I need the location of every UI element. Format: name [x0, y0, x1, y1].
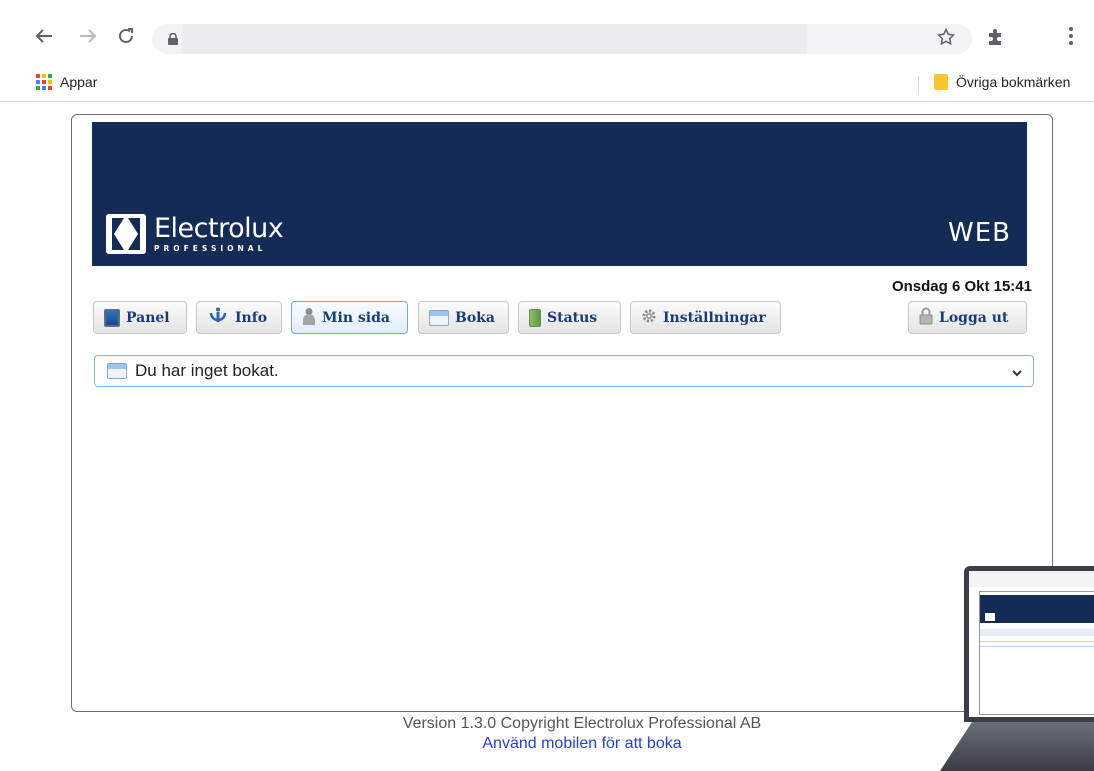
- info-icon: [207, 307, 229, 329]
- other-bookmarks[interactable]: Övriga bokmärken: [934, 74, 1070, 90]
- bookmarks-bar: Appar Övriga bokmärken: [0, 66, 1094, 102]
- nav-installningar-button[interactable]: Inställningar: [630, 301, 781, 334]
- apps-grid-icon: [36, 74, 52, 90]
- bookings-dropdown-value: Du har inget bokat.: [135, 361, 279, 380]
- logout-button[interactable]: Logga ut: [908, 301, 1027, 334]
- address-bar[interactable]: [152, 24, 972, 54]
- header-banner: Electrolux PROFESSIONAL WEB: [92, 122, 1027, 266]
- padlock-icon: [919, 307, 933, 329]
- user-icon: [302, 307, 316, 329]
- reload-icon[interactable]: [114, 24, 138, 48]
- status-battery-icon: [529, 308, 541, 327]
- nav-info-label: Info: [235, 309, 268, 326]
- nav-info-button[interactable]: Info: [196, 301, 282, 334]
- bookmark-star-icon[interactable]: [936, 27, 956, 51]
- redacted-url: [182, 24, 807, 54]
- nav-status-button[interactable]: Status: [518, 301, 621, 334]
- nav-panel-button[interactable]: Panel: [93, 301, 187, 334]
- apps-label: Appar: [60, 74, 98, 90]
- brand-name: Electrolux: [154, 213, 284, 244]
- nav-panel-label: Panel: [126, 309, 170, 326]
- browser-toolbar: [0, 0, 1094, 66]
- current-datetime: Onsdag 6 Okt 15:41: [891, 278, 1032, 295]
- folder-icon: [934, 74, 948, 90]
- nav-boka-button[interactable]: Boka: [418, 301, 509, 334]
- laptop-keyboard: [940, 722, 1094, 771]
- laptop-screen: [964, 566, 1094, 722]
- page-footer: Version 1.3.0 Copyright Electrolux Profe…: [0, 714, 1094, 754]
- electrolux-mark-icon: [106, 214, 146, 254]
- version-text: Version 1.3.0 Copyright Electrolux Profe…: [402, 715, 762, 732]
- extensions-puzzle-icon[interactable]: [986, 28, 1004, 51]
- nav-min-sida-button[interactable]: Min sida: [291, 301, 408, 334]
- nav-status-label: Status: [547, 309, 598, 326]
- tablet-icon: [104, 308, 120, 327]
- nav-boka-label: Boka: [455, 309, 495, 326]
- apps-shortcut[interactable]: Appar: [36, 74, 97, 90]
- electrolux-logo: Electrolux PROFESSIONAL: [106, 213, 284, 254]
- bookmarks-separator: [918, 76, 919, 94]
- other-bookmarks-label: Övriga bokmärken: [956, 74, 1071, 90]
- forward-arrow-icon[interactable]: [76, 24, 100, 48]
- nav-min-sida-label: Min sida: [322, 309, 390, 326]
- back-arrow-icon[interactable]: [32, 24, 56, 48]
- logout-label: Logga ut: [939, 309, 1009, 326]
- chevron-down-icon: [1011, 364, 1023, 384]
- bookings-dropdown[interactable]: Du har inget bokat.: [94, 355, 1034, 387]
- laptop-overlay-image: [940, 566, 1094, 771]
- calendar-icon: [429, 309, 449, 326]
- lock-icon: [168, 32, 178, 50]
- brand-subtitle: PROFESSIONAL: [154, 244, 267, 253]
- gear-icon: [641, 308, 657, 328]
- app-label: WEB: [948, 218, 1011, 248]
- browser-menu-icon[interactable]: [1068, 26, 1074, 51]
- calendar-icon: [107, 363, 127, 379]
- mobile-booking-link[interactable]: Använd mobilen för att boka: [0, 734, 1094, 754]
- nav-installningar-label: Inställningar: [663, 309, 766, 326]
